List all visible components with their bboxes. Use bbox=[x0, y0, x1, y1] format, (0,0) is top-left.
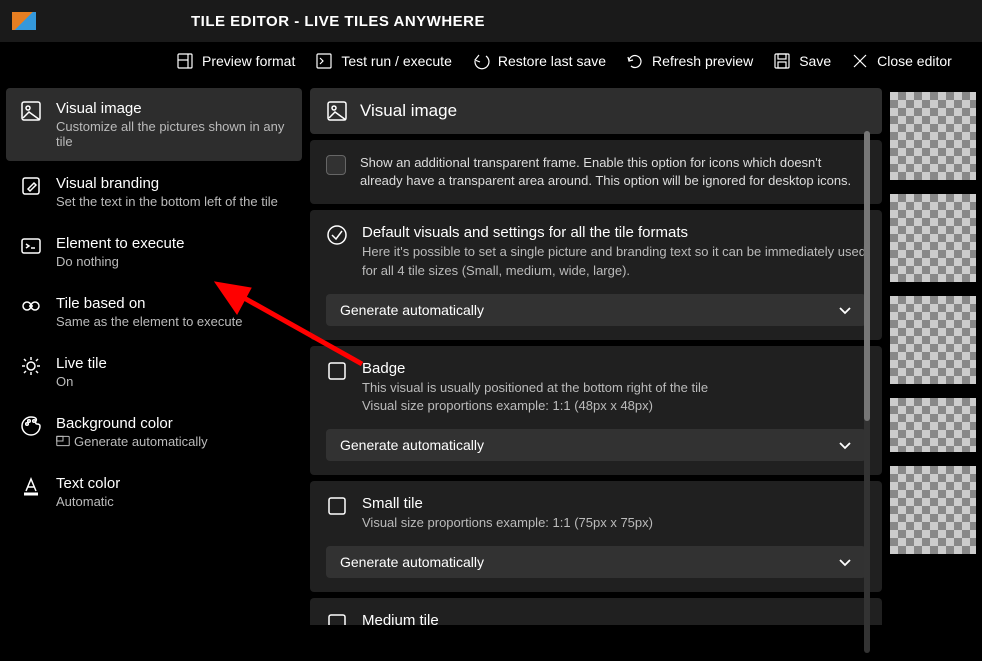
sidebar-item-title: Visual image bbox=[56, 100, 288, 117]
section-title: Medium tile bbox=[362, 612, 866, 625]
dropdown-badge[interactable]: Generate automatically bbox=[326, 429, 866, 461]
preview-small[interactable] bbox=[890, 194, 976, 282]
sidebar-item-visual-branding[interactable]: Visual branding Set the text in the bott… bbox=[6, 163, 302, 221]
restore-button[interactable]: Restore last save bbox=[472, 52, 606, 70]
main-header: Visual image bbox=[310, 88, 882, 134]
edit-icon bbox=[20, 175, 42, 197]
toolbar: Preview format Test run / execute Restor… bbox=[0, 42, 982, 82]
chevron-down-icon bbox=[838, 303, 852, 317]
chevron-down-icon bbox=[838, 438, 852, 452]
preview-column bbox=[890, 88, 976, 625]
sidebar-item-title: Background color bbox=[56, 415, 208, 432]
undo-icon bbox=[472, 52, 490, 70]
sidebar-item-title: Tile based on bbox=[56, 295, 242, 312]
square-icon bbox=[326, 495, 348, 517]
close-button[interactable]: Close editor bbox=[851, 52, 952, 70]
sidebar-item-element-to-execute[interactable]: Element to execute Do nothing bbox=[6, 223, 302, 281]
section-badge: Badge This visual is usually positioned … bbox=[310, 346, 882, 475]
sidebar-item-live-tile[interactable]: Live tile On bbox=[6, 343, 302, 401]
titlebar: TILE EDITOR - LIVE TILES ANYWHERE bbox=[0, 0, 982, 42]
dropdown-small-tile[interactable]: Generate automatically bbox=[326, 546, 866, 578]
sidebar-item-sub: Same as the element to execute bbox=[56, 314, 242, 329]
transparent-frame-checkbox[interactable] bbox=[326, 155, 346, 175]
app-icon bbox=[12, 12, 36, 30]
image-icon bbox=[326, 100, 348, 122]
refresh-icon bbox=[626, 52, 644, 70]
section-small-tile: Small tile Visual size proportions examp… bbox=[310, 481, 882, 592]
sidebar: Visual image Customize all the pictures … bbox=[6, 88, 302, 625]
sidebar-item-sub: Set the text in the bottom left of the t… bbox=[56, 194, 278, 209]
preview-large[interactable] bbox=[890, 466, 976, 554]
sidebar-item-text-color[interactable]: Text color Automatic bbox=[6, 463, 302, 521]
save-button[interactable]: Save bbox=[773, 52, 831, 70]
refresh-button[interactable]: Refresh preview bbox=[626, 52, 753, 70]
square-icon bbox=[326, 360, 348, 382]
sidebar-item-sub: Customize all the pictures shown in any … bbox=[56, 119, 288, 149]
preview-medium[interactable] bbox=[890, 296, 976, 384]
chevron-down-icon bbox=[838, 555, 852, 569]
check-icon bbox=[326, 224, 348, 246]
textcolor-icon bbox=[20, 475, 42, 497]
app-title: TILE EDITOR - LIVE TILES ANYWHERE bbox=[191, 13, 485, 30]
image-icon bbox=[20, 100, 42, 122]
sidebar-item-tile-based-on[interactable]: Tile based on Same as the element to exe… bbox=[6, 283, 302, 341]
section-title: Small tile bbox=[362, 495, 866, 512]
section-title: Badge bbox=[362, 360, 866, 377]
sidebar-item-title: Text color bbox=[56, 475, 120, 492]
section-medium-tile: Medium tile bbox=[310, 598, 882, 625]
terminal-icon bbox=[20, 235, 42, 257]
square-icon bbox=[326, 612, 348, 625]
preview-badge[interactable] bbox=[890, 92, 976, 180]
link-icon bbox=[20, 295, 42, 317]
dropdown-default-visuals-and-settings-for-all-the-tile-formats[interactable]: Generate automatically bbox=[326, 294, 866, 326]
terminal-icon bbox=[315, 52, 333, 70]
palette-icon bbox=[20, 415, 42, 437]
sidebar-item-sub: Do nothing bbox=[56, 254, 184, 269]
main-panel: Visual image Show an additional transpar… bbox=[310, 88, 882, 625]
sidebar-item-sub: Automatic bbox=[56, 494, 120, 509]
close-icon bbox=[851, 52, 869, 70]
layout-icon bbox=[176, 52, 194, 70]
frame-option-panel: Show an additional transparent frame. En… bbox=[310, 140, 882, 204]
sidebar-item-title: Live tile bbox=[56, 355, 107, 372]
save-icon bbox=[773, 52, 791, 70]
sidebar-item-background-color[interactable]: Background color Generate automatically bbox=[6, 403, 302, 461]
sidebar-item-title: Visual branding bbox=[56, 175, 278, 192]
test-run-button[interactable]: Test run / execute bbox=[315, 52, 452, 70]
sidebar-item-sub: On bbox=[56, 374, 107, 389]
sidebar-item-visual-image[interactable]: Visual image Customize all the pictures … bbox=[6, 88, 302, 161]
section-default-visuals-and-settings-for-all-the-tile-formats: Default visuals and settings for all the… bbox=[310, 210, 882, 339]
preview-format-button[interactable]: Preview format bbox=[176, 52, 295, 70]
sun-icon bbox=[20, 355, 42, 377]
section-title: Default visuals and settings for all the… bbox=[362, 224, 866, 241]
sidebar-item-title: Element to execute bbox=[56, 235, 184, 252]
sidebar-item-sub: Generate automatically bbox=[56, 434, 208, 449]
transparent-frame-label: Show an additional transparent frame. En… bbox=[360, 154, 866, 190]
main-scrollbar[interactable] bbox=[864, 131, 870, 653]
preview-wide[interactable] bbox=[890, 398, 976, 452]
